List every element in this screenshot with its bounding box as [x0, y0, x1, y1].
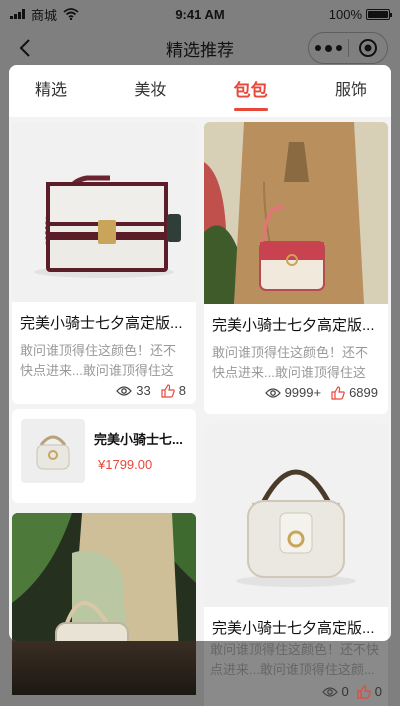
- eye-icon: [116, 385, 133, 396]
- card-likes: 6899: [349, 385, 378, 400]
- tab-meizhuang[interactable]: 美妆: [134, 65, 166, 117]
- card-title: 完美小骑士七夕高定版...: [212, 317, 375, 334]
- wifi-icon: [63, 8, 79, 20]
- more-icon[interactable]: [309, 44, 348, 52]
- carrier-label: 商城: [31, 7, 58, 23]
- nav-bar: 精选推荐: [0, 28, 400, 68]
- eye-icon: [321, 686, 338, 697]
- thumb-up-icon[interactable]: [331, 385, 345, 400]
- card-likes: 8: [178, 383, 186, 398]
- target-icon[interactable]: [349, 38, 388, 58]
- tab-jingxuan[interactable]: 精选: [35, 65, 67, 117]
- background-card-desc: 敢问谁顶得住这颜色！还不快点进来...敢问谁顶得住这颜...: [210, 642, 380, 677]
- battery-icon: [366, 8, 392, 20]
- tab-baobao[interactable]: 包包: [233, 65, 268, 117]
- card-image: [12, 122, 196, 302]
- card-views: 9999+: [284, 385, 322, 400]
- page-title: 精选推荐: [166, 40, 234, 60]
- feed: 完美小骑士七夕高定版... 敢问谁顶得住这颜色！还不快点进来...敢问谁顶得住这…: [9, 117, 391, 641]
- mini-program-capsule: [308, 32, 388, 64]
- background-card: 敢问谁顶得住这颜色！还不快点进来...敢问谁顶得住这颜... 0 0: [204, 640, 388, 706]
- background-feed: 敢问谁顶得住这颜色！还不快点进来...敢问谁顶得住这颜... 0 0: [0, 640, 400, 706]
- card-desc: 敢问谁顶得住这颜色！还不快点进来...敢问谁顶得住这颜...: [20, 343, 177, 378]
- recommend-modal: 精选 美妆 包包 服饰 完美小骑士七夕高定版... 敢问谁顶得住这颜色！还不快点…: [9, 65, 391, 641]
- feed-card[interactable]: 完美小骑士七夕高定版... 敢问谁顶得住这颜色！还不快点进来...敢问谁顶得住这…: [204, 122, 388, 414]
- feed-card[interactable]: [12, 513, 196, 641]
- back-icon[interactable]: [14, 36, 38, 60]
- card-image: [12, 513, 196, 641]
- card-title: 完美小骑士七夕高定版...: [212, 620, 375, 637]
- background-likes: 0: [374, 684, 382, 699]
- tab-fushi[interactable]: 服饰: [335, 65, 367, 117]
- status-bar: 商城 9:41 AM 100%: [0, 0, 400, 28]
- feed-card[interactable]: 完美小骑士七夕高定版... 敢问谁顶得住这颜色！还不快点进来...敢问谁顶得住这…: [12, 122, 196, 404]
- card-image: [204, 122, 388, 304]
- battery-percent: 100%: [328, 6, 362, 22]
- card-image: [204, 423, 388, 607]
- thumb-up-icon: [357, 684, 371, 699]
- background-image: [12, 640, 196, 695]
- feed-card[interactable]: 完美小骑士七夕高定版...: [204, 423, 388, 641]
- signal-icon: [10, 9, 25, 19]
- background-views: 0: [341, 684, 349, 699]
- thumb-up-icon[interactable]: [161, 383, 175, 398]
- card-views: 33: [136, 383, 151, 398]
- product-card[interactable]: 完美小骑士七... ¥1799.00: [12, 409, 196, 503]
- product-price: ¥1799.00: [98, 457, 153, 472]
- eye-icon: [264, 387, 281, 398]
- card-desc: 敢问谁顶得住这颜色！还不快点进来...敢问谁顶得住这颜...: [212, 345, 369, 380]
- category-tabs: 精选 美妆 包包 服饰: [9, 65, 391, 117]
- product-thumbnail: [21, 419, 85, 483]
- card-title: 完美小骑士七夕高定版...: [20, 315, 183, 332]
- product-title: 完美小骑士七...: [94, 432, 183, 447]
